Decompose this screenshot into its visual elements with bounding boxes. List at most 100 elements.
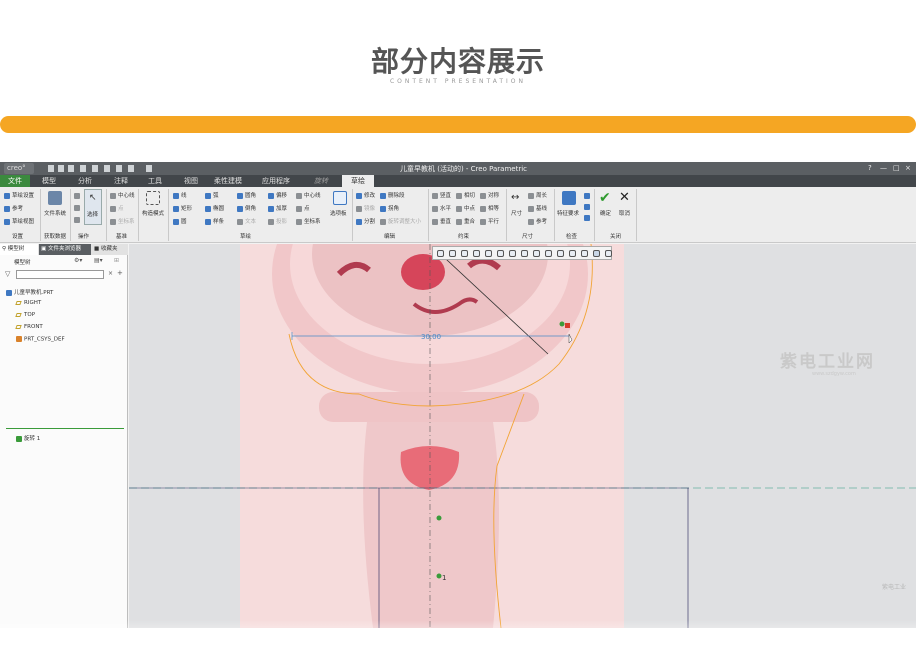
tab-annotate[interactable]: 注释 bbox=[106, 175, 136, 187]
close-button[interactable]: × bbox=[905, 164, 911, 172]
cancel-button[interactable]: 取消 bbox=[619, 209, 630, 217]
tree-item-front[interactable]: FRONT bbox=[15, 324, 43, 330]
select-button[interactable]: ↖ 选择 bbox=[84, 189, 102, 225]
cut-icon[interactable] bbox=[74, 193, 80, 199]
inspect-shade-icon[interactable] bbox=[584, 204, 590, 210]
spin-center-icon[interactable] bbox=[557, 250, 564, 257]
project-tool[interactable]: 投影 bbox=[268, 217, 287, 225]
equal-constraint[interactable]: 相等 bbox=[480, 204, 499, 212]
repaint-icon[interactable] bbox=[473, 250, 480, 257]
palette-icon[interactable] bbox=[333, 191, 347, 205]
regenerate-icon[interactable] bbox=[104, 165, 110, 172]
group-operate-label[interactable]: 操作 bbox=[78, 232, 89, 240]
corner-button[interactable]: 拐角 bbox=[380, 204, 399, 212]
zoom-in-icon[interactable] bbox=[449, 250, 456, 257]
sketch-view-icon[interactable] bbox=[569, 250, 576, 257]
vertical-constraint[interactable]: 竖直 bbox=[432, 191, 451, 199]
palette-button[interactable]: 选项板 bbox=[330, 209, 347, 217]
help-icon[interactable]: ? bbox=[868, 164, 872, 172]
construct-mode-icon[interactable] bbox=[146, 191, 160, 205]
save-icon[interactable] bbox=[68, 165, 74, 172]
annotation-display-icon[interactable] bbox=[545, 250, 552, 257]
filter-input[interactable] bbox=[16, 270, 104, 279]
baseline-button[interactable]: 基线 bbox=[528, 204, 547, 212]
tab-analysis[interactable]: 分析 bbox=[70, 175, 100, 187]
ok-check-icon[interactable]: ✔ bbox=[599, 190, 611, 206]
zoom-out-icon[interactable] bbox=[461, 250, 468, 257]
filter-icon[interactable]: ▽ bbox=[5, 270, 10, 278]
maximize-button[interactable]: □ bbox=[893, 164, 900, 172]
text-tool[interactable]: 文本 bbox=[237, 217, 256, 225]
ellipse-tool[interactable]: 椭圆 bbox=[205, 204, 224, 212]
tab-tools[interactable]: 工具 bbox=[140, 175, 170, 187]
group-setup-label[interactable]: 设置 bbox=[12, 232, 23, 240]
file-system-button[interactable]: 文件系统 bbox=[44, 209, 66, 217]
divide-button[interactable]: 分割 bbox=[356, 217, 375, 225]
perimeter-button[interactable]: 周长 bbox=[528, 191, 547, 199]
coincident-constraint[interactable]: 重合 bbox=[456, 217, 475, 225]
symmetric-constraint[interactable]: 对称 bbox=[480, 191, 499, 199]
datum-display-icon[interactable] bbox=[533, 250, 540, 257]
more-icon[interactable] bbox=[146, 165, 152, 172]
tab-model-tree[interactable]: ⚲ 模型树 bbox=[0, 244, 38, 255]
more-display-icon[interactable] bbox=[605, 250, 612, 257]
delete-segment-button[interactable]: 删除段 bbox=[380, 191, 405, 199]
tree-item-csys[interactable]: PRT_CSYS_DEF bbox=[16, 336, 65, 343]
display-style-icon[interactable] bbox=[485, 250, 492, 257]
tab-file[interactable]: 文件 bbox=[0, 175, 30, 187]
horizontal-constraint[interactable]: 水平 bbox=[432, 204, 451, 212]
tree-item-part[interactable]: 儿童早教机.PRT bbox=[6, 288, 53, 296]
minimize-button[interactable]: — bbox=[880, 164, 887, 172]
midpoint-constraint[interactable]: 中点 bbox=[456, 204, 475, 212]
view-manager-icon[interactable] bbox=[509, 250, 516, 257]
tree-item-revolve[interactable]: 旋转 1 bbox=[16, 434, 40, 442]
group-dimension-label[interactable]: 尺寸 bbox=[522, 232, 533, 240]
sketch-setup-button[interactable]: 草绘设置 bbox=[4, 191, 34, 199]
modify-button[interactable]: 修改 bbox=[356, 191, 375, 199]
line-tool[interactable]: 线 bbox=[173, 191, 187, 199]
open-file-icon[interactable] bbox=[58, 165, 64, 172]
add-filter-icon[interactable]: + bbox=[117, 269, 123, 277]
parallel-constraint[interactable]: 平行 bbox=[480, 217, 499, 225]
fillet-tool[interactable]: 圆角 bbox=[237, 191, 256, 199]
copy-icon[interactable] bbox=[74, 205, 80, 211]
refit-icon[interactable] bbox=[437, 250, 444, 257]
datum-point-button[interactable]: 点 bbox=[110, 204, 124, 212]
sketcher-display-icon[interactable] bbox=[581, 250, 588, 257]
tab-applications[interactable]: 应用程序 bbox=[256, 175, 296, 187]
sketch-centerline-tool[interactable]: 中心线 bbox=[296, 191, 321, 199]
sketch-csys-tool[interactable]: 坐标系 bbox=[296, 217, 321, 225]
dimension-value[interactable]: 30.00 bbox=[421, 333, 441, 341]
inspect-overlap-icon[interactable] bbox=[584, 193, 590, 199]
paste-icon[interactable] bbox=[74, 217, 80, 223]
sketch-view-button[interactable]: 草绘视图 bbox=[4, 217, 34, 225]
expand-icon[interactable]: ⊞ bbox=[114, 257, 119, 264]
datum-centerline-button[interactable]: 中心线 bbox=[110, 191, 135, 199]
sketch-point-tool[interactable]: 点 bbox=[296, 204, 310, 212]
endpoint-marker[interactable] bbox=[565, 323, 570, 328]
undo-icon[interactable] bbox=[80, 165, 86, 172]
windows-icon[interactable] bbox=[116, 165, 122, 172]
reference-dim-button[interactable]: 参考 bbox=[528, 217, 547, 225]
graphics-viewport[interactable]: 30.00 1 bbox=[129, 244, 916, 628]
perspective-icon[interactable] bbox=[521, 250, 528, 257]
tree-item-top[interactable]: TOP bbox=[15, 312, 35, 318]
constraint-marker[interactable] bbox=[559, 321, 565, 327]
datum-csys-button[interactable]: 坐标系 bbox=[110, 217, 135, 225]
construct-mode-button[interactable]: 构造模式 bbox=[142, 209, 164, 217]
spline-tool[interactable]: 样条 bbox=[205, 217, 224, 225]
point-marker[interactable] bbox=[436, 573, 442, 579]
perpendicular-constraint[interactable]: 垂直 bbox=[432, 217, 451, 225]
rotate-resize-button[interactable]: 旋转调整大小 bbox=[380, 217, 421, 225]
offset-tool[interactable]: 偏移 bbox=[268, 191, 287, 199]
constraint-marker[interactable] bbox=[436, 515, 442, 521]
thicken-tool[interactable]: 加厚 bbox=[268, 204, 287, 212]
settings-icon[interactable]: ⚙▾ bbox=[74, 257, 82, 264]
cancel-x-icon[interactable]: ✕ bbox=[619, 190, 630, 205]
mirror-button[interactable]: 镜像 bbox=[356, 204, 375, 212]
saved-orientations-icon[interactable] bbox=[497, 250, 504, 257]
dimension-button[interactable]: 尺寸 bbox=[511, 209, 522, 217]
tab-flexible-modeling[interactable]: 柔性建模 bbox=[208, 175, 248, 187]
circle-tool[interactable]: 圆 bbox=[173, 217, 187, 225]
tab-folder-browser[interactable]: ▣ 文件夹浏览器 bbox=[39, 244, 91, 255]
